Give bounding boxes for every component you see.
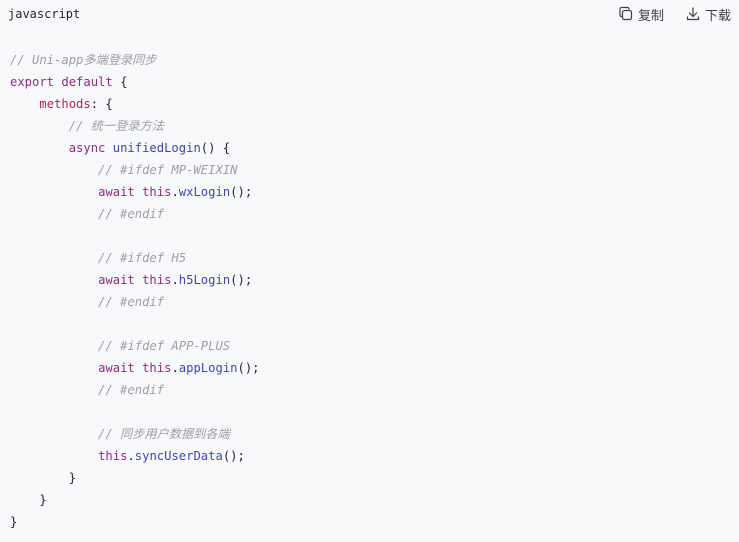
download-icon [685, 6, 701, 22]
copy-icon [618, 6, 634, 22]
code-header: javascript 复制 下载 [0, 0, 739, 30]
copy-label: 复制 [638, 8, 665, 24]
code-line: // #endif [10, 207, 165, 221]
code-line: await this.appLogin(); [98, 361, 260, 375]
code-line: // #ifdef MP-WEIXIN [10, 163, 238, 177]
code-line: async unifiedLogin() { [68, 141, 231, 155]
download-button[interactable]: 下载 [685, 4, 731, 24]
language-label: javascript [8, 7, 81, 21]
code-line: } [10, 493, 47, 507]
code-line: // #ifdef APP-PLUS [10, 339, 231, 353]
code-line: await this.wxLogin(); [98, 185, 253, 199]
code-content: // Uni-app多端登录同步 export default { methods… [0, 49, 260, 533]
code-line: await this.h5Login(); [98, 273, 253, 287]
code-line: } [10, 515, 18, 529]
code-block: javascript 复制 下载 // Uni-app多端登录同步 export … [0, 0, 739, 542]
code-line: // Uni-app多端登录同步 [10, 53, 157, 67]
code-line: // #endif [10, 383, 165, 397]
code-line: // 统一登录方法 [10, 119, 164, 133]
download-label: 下载 [705, 8, 732, 24]
code-line: // 同步用户数据到各端 [10, 427, 230, 441]
code-line: // #ifdef H5 [10, 251, 187, 265]
code-line: methods: { [39, 97, 113, 111]
code-line: export default { [10, 75, 128, 89]
copy-button[interactable]: 复制 [618, 4, 664, 24]
code-line: } [10, 471, 77, 485]
code-line: // #endif [10, 295, 165, 309]
code-line: this.syncUserData(); [98, 449, 245, 463]
